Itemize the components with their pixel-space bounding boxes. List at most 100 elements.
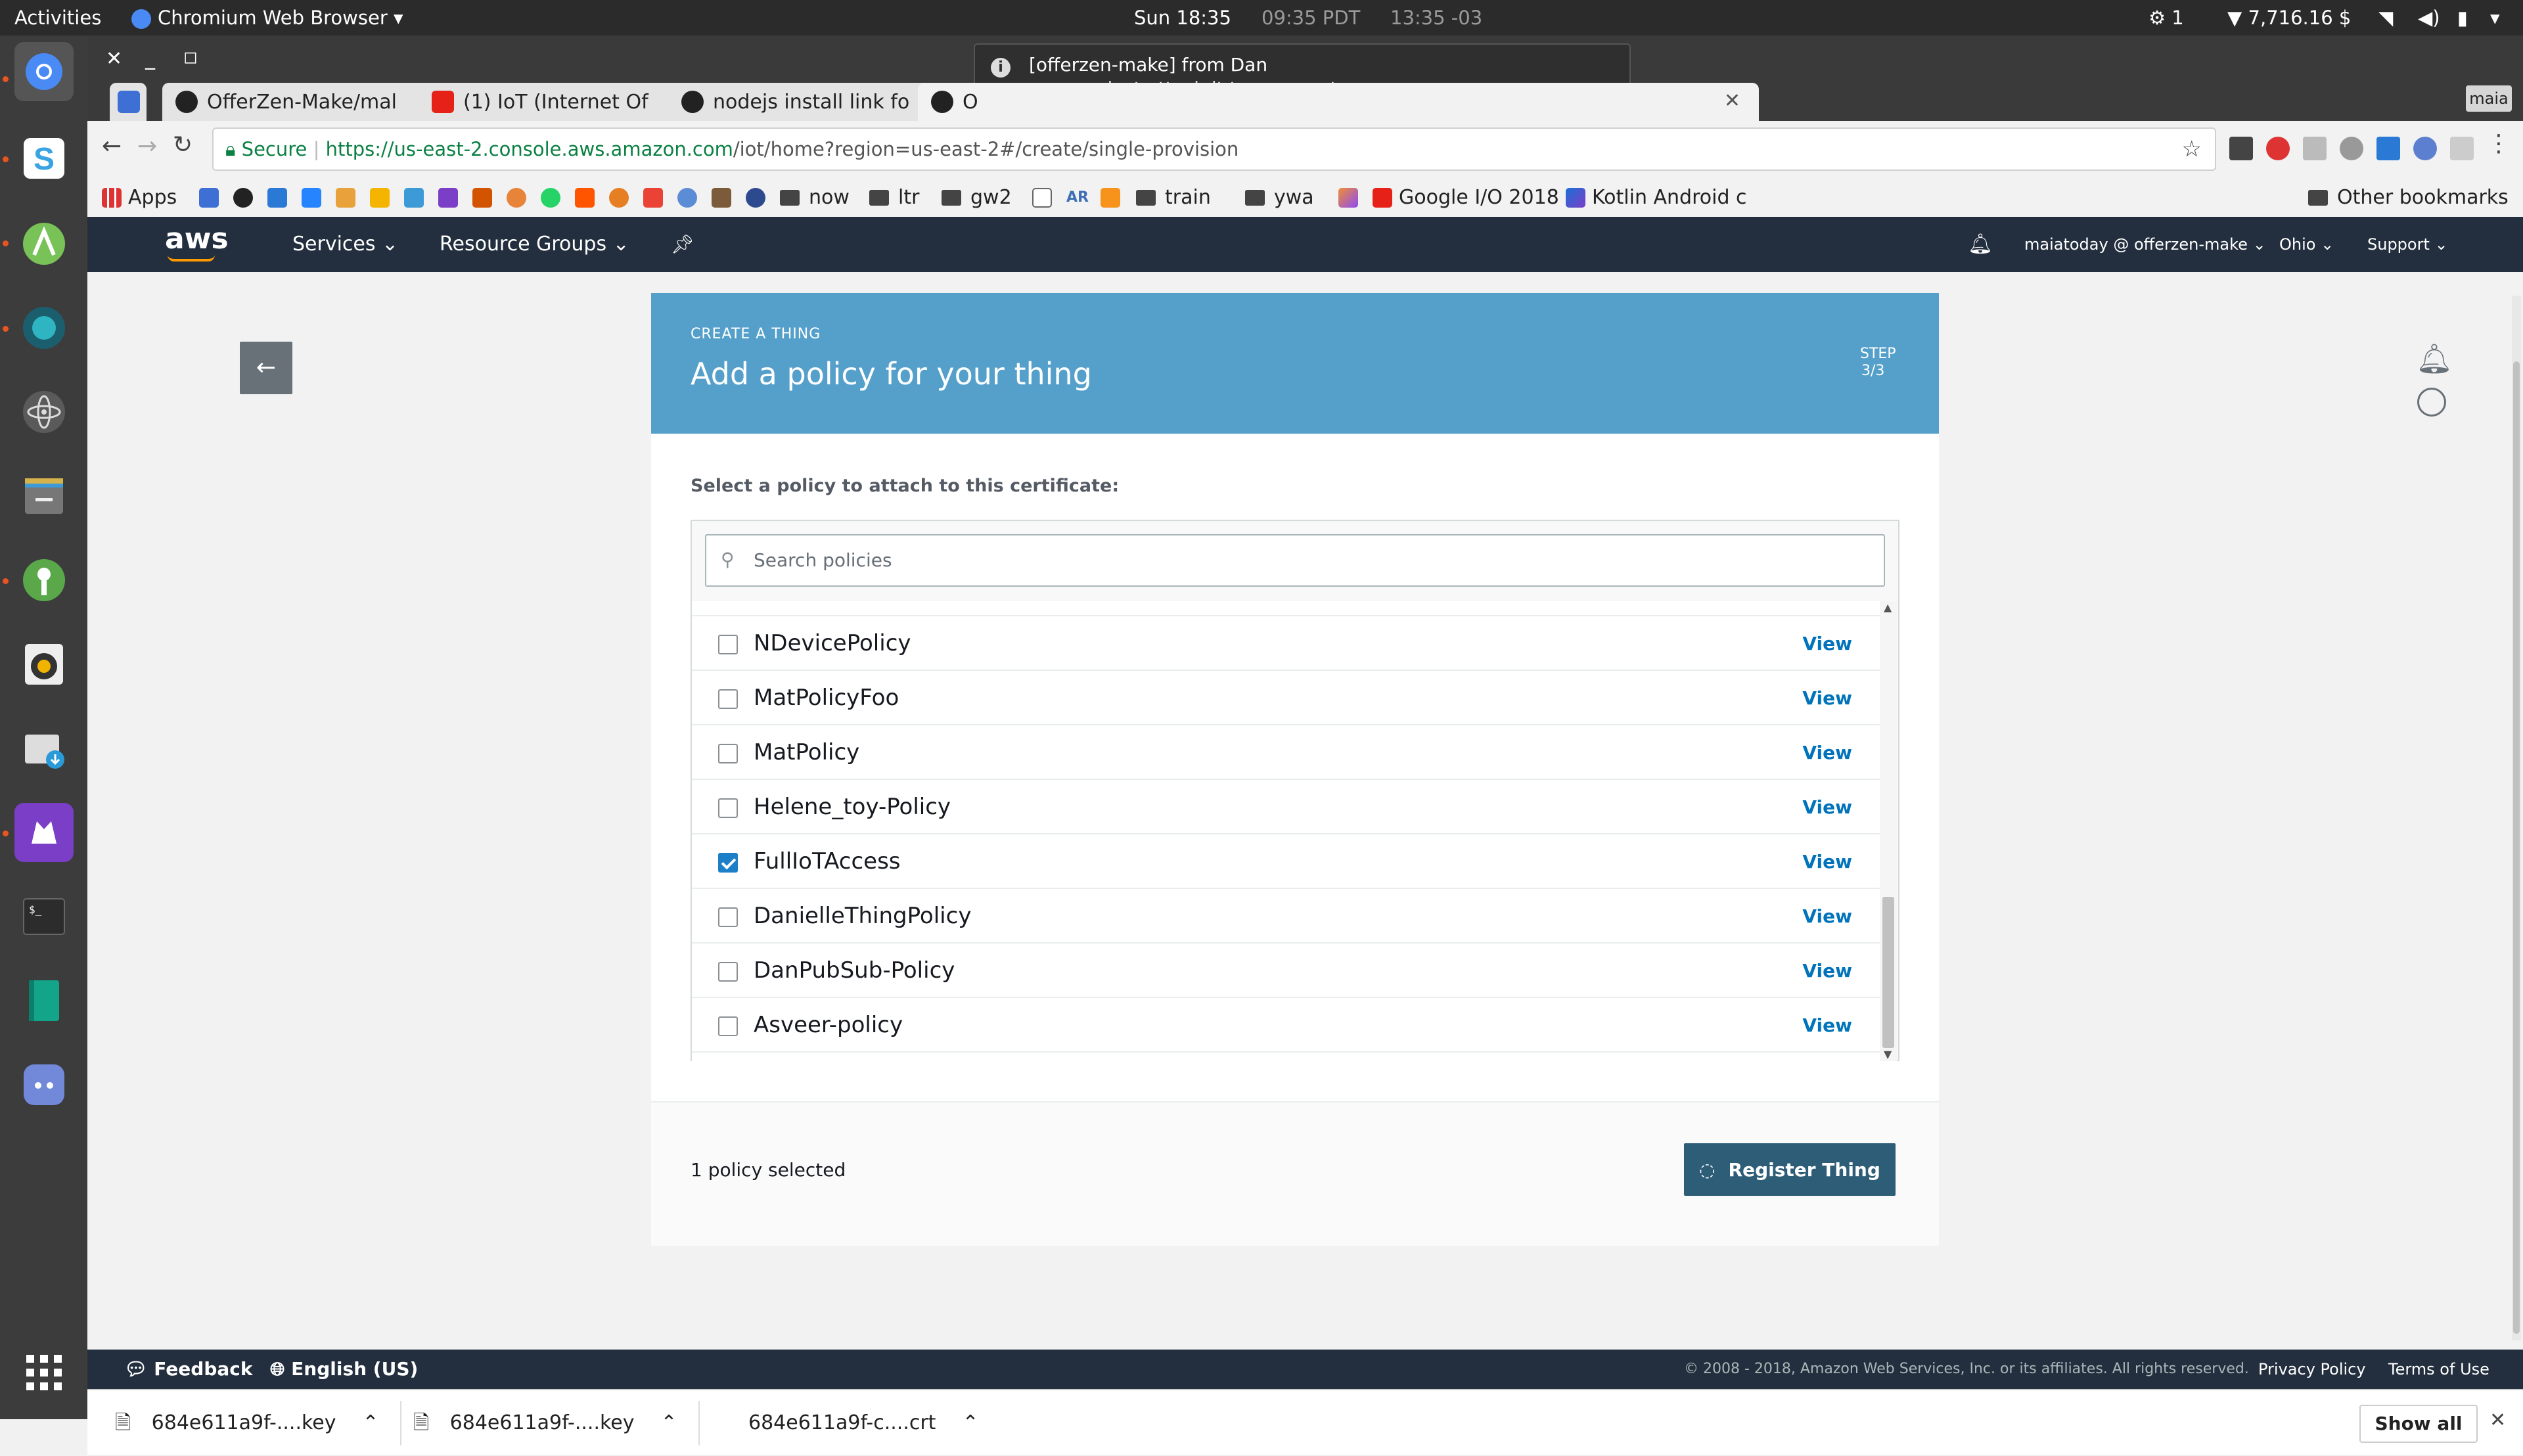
scrollbar[interactable]: ▲ ▼: [1880, 601, 1897, 1061]
bookmark-folder-now[interactable]: now: [780, 184, 850, 212]
policy-checkbox[interactable]: [718, 962, 738, 982]
account-menu[interactable]: maiatoday @ offerzen-make ⌄: [2024, 217, 2266, 272]
extension-icon[interactable]: [2450, 137, 2474, 160]
bookmark-icon-5[interactable]: [336, 184, 362, 212]
policy-row[interactable]: Asveer-policy View: [692, 998, 1881, 1053]
clock[interactable]: Sun 18:35: [1134, 0, 1231, 35]
region-menu[interactable]: Ohio ⌄: [2279, 217, 2334, 272]
policy-row[interactable]: Helene_toy-Policy View: [692, 780, 1881, 834]
register-thing-button[interactable]: ◌ Register Thing: [1684, 1143, 1896, 1196]
feedback-link[interactable]: 💬︎ Feedback: [124, 1350, 252, 1389]
page-scrollbar-thumb[interactable]: [2513, 361, 2520, 1334]
policy-row[interactable]: MatPolicy View: [692, 725, 1881, 780]
tab-pinned-mail[interactable]: [110, 83, 147, 121]
policy-checkbox[interactable]: [718, 798, 738, 818]
bookmark-icon-8[interactable]: [438, 184, 465, 212]
view-policy-link[interactable]: View: [1802, 780, 1852, 834]
dev-app-launcher-icon[interactable]: [14, 803, 74, 862]
bookmark-icon-kotlin[interactable]: [1338, 184, 1365, 212]
extension-icon[interactable]: [2376, 137, 2400, 160]
bookmark-icon-4[interactable]: [302, 184, 328, 212]
discord-launcher-icon[interactable]: [14, 1055, 74, 1114]
bookmark-icon-3[interactable]: [267, 184, 294, 212]
page-scrollbar[interactable]: [2512, 296, 2521, 1340]
show-applications-icon[interactable]: [14, 1343, 74, 1402]
profile-button[interactable]: maia: [2466, 85, 2512, 112]
adblock-icon[interactable]: [2266, 137, 2290, 160]
bookmark-icon-10[interactable]: [507, 184, 533, 212]
policy-row[interactable]: FullIoTAccess View: [692, 834, 1881, 889]
back-arrow-icon[interactable]: ←: [102, 133, 122, 160]
view-policy-link[interactable]: View: [1802, 725, 1852, 780]
support-menu[interactable]: Support ⌄: [2367, 217, 2448, 272]
bookmark-other[interactable]: Other bookmarks: [2308, 184, 2509, 212]
policy-checkbox[interactable]: [718, 635, 738, 654]
scroll-up-icon[interactable]: ▲: [1884, 601, 1892, 614]
chevron-down-icon[interactable]: ▾: [2490, 0, 2500, 35]
policy-checkbox[interactable]: [718, 907, 738, 927]
download-item[interactable]: 🗎 684e611a9f-....key ⌃: [115, 1390, 379, 1456]
bookmark-google-io[interactable]: Google I/O 2018: [1373, 184, 1559, 212]
notebook-launcher-icon[interactable]: [14, 971, 74, 1030]
chevron-up-icon[interactable]: ⌃: [363, 1411, 379, 1434]
rhythmbox-launcher-icon[interactable]: [14, 635, 74, 694]
policy-row[interactable]: MatPolicyFoo View: [692, 671, 1881, 725]
bookmark-folder-ltr[interactable]: ltr: [869, 184, 919, 212]
services-menu[interactable]: Services ⌄: [292, 217, 398, 272]
printer-icon[interactable]: [2303, 137, 2327, 160]
scroll-down-icon[interactable]: ▼: [1884, 1048, 1892, 1060]
policy-row[interactable]: Sphero1-Policy View: [692, 601, 1881, 616]
terminal-launcher-icon[interactable]: $_: [14, 887, 74, 946]
files-launcher-icon[interactable]: [14, 466, 74, 526]
software-center-launcher-icon[interactable]: [14, 719, 74, 778]
window-maximize-icon[interactable]: ◻: [183, 47, 198, 67]
atom-launcher-icon[interactable]: [14, 382, 74, 442]
close-icon[interactable]: ✕: [2489, 1409, 2506, 1432]
policy-checkbox[interactable]: [718, 744, 738, 763]
policy-checkbox[interactable]: [718, 1016, 738, 1036]
chevron-up-icon[interactable]: ⌃: [962, 1411, 978, 1434]
policy-checkbox[interactable]: [718, 689, 738, 709]
bookmark-folder-train[interactable]: train: [1136, 184, 1211, 212]
bookmark-apps[interactable]: Apps: [102, 184, 177, 212]
slack-launcher-icon[interactable]: S: [14, 129, 74, 188]
forward-arrow-icon[interactable]: →: [137, 133, 157, 160]
pin-icon[interactable]: 📌︎: [671, 217, 694, 272]
bookmark-icon-7[interactable]: [404, 184, 430, 212]
policy-checkbox[interactable]: [718, 853, 738, 873]
search-input[interactable]: Search policies: [705, 534, 1885, 587]
address-bar[interactable]: 🔒︎ Secure | https://us-east-2.console.aw…: [212, 127, 2216, 171]
privacy-policy-link[interactable]: Privacy Policy: [2258, 1350, 2366, 1389]
star-icon[interactable]: ☆: [2182, 129, 2202, 170]
window-close-icon[interactable]: ✕: [106, 47, 122, 70]
keepassxc-launcher-icon[interactable]: [14, 551, 74, 610]
bookmark-icon-13[interactable]: [609, 184, 635, 212]
bookmark-icon-12[interactable]: [575, 184, 601, 212]
back-arrow-icon[interactable]: ←: [240, 342, 292, 394]
bell-icon[interactable]: 🔔︎: [2416, 342, 2453, 376]
view-policy-link[interactable]: View: [1802, 834, 1852, 889]
activities-button[interactable]: Activities: [14, 0, 101, 35]
download-item[interactable]: 684e611a9f-c....crt ⌃: [748, 1390, 979, 1456]
bookmark-kotlin-android[interactable]: Kotlin Android c: [1566, 184, 1747, 212]
show-all-button[interactable]: Show all: [2359, 1405, 2478, 1443]
chromium-launcher-icon[interactable]: [14, 42, 74, 101]
extension-icon[interactable]: [2413, 137, 2437, 160]
gitkraken-launcher-icon[interactable]: [14, 298, 74, 357]
bookmark-ar[interactable]: AR: [1066, 184, 1089, 212]
bookmark-icon-15[interactable]: [677, 184, 704, 212]
policy-row[interactable]: DanPubSub-Policy View: [692, 944, 1881, 998]
scrollbar-thumb[interactable]: [1882, 897, 1894, 1048]
language-selector[interactable]: 🌐︎ English (US): [270, 1350, 418, 1389]
view-policy-link[interactable]: View: [1802, 616, 1852, 671]
view-policy-link[interactable]: View: [1802, 889, 1852, 944]
policy-row[interactable]: NDevicePolicy View: [692, 616, 1881, 671]
extension-icon[interactable]: [2229, 137, 2253, 160]
aws-logo[interactable]: aws: [165, 222, 229, 256]
bookmark-icon-1[interactable]: [199, 184, 225, 212]
reload-icon[interactable]: ↻: [173, 131, 193, 158]
close-icon[interactable]: ✕: [1724, 89, 1740, 112]
terms-of-use-link[interactable]: Terms of Use: [2388, 1350, 2489, 1389]
bookmark-folder-gw2[interactable]: gw2: [942, 184, 1012, 212]
balance-indicator[interactable]: ▼ 7,716.16 $: [2227, 0, 2351, 35]
